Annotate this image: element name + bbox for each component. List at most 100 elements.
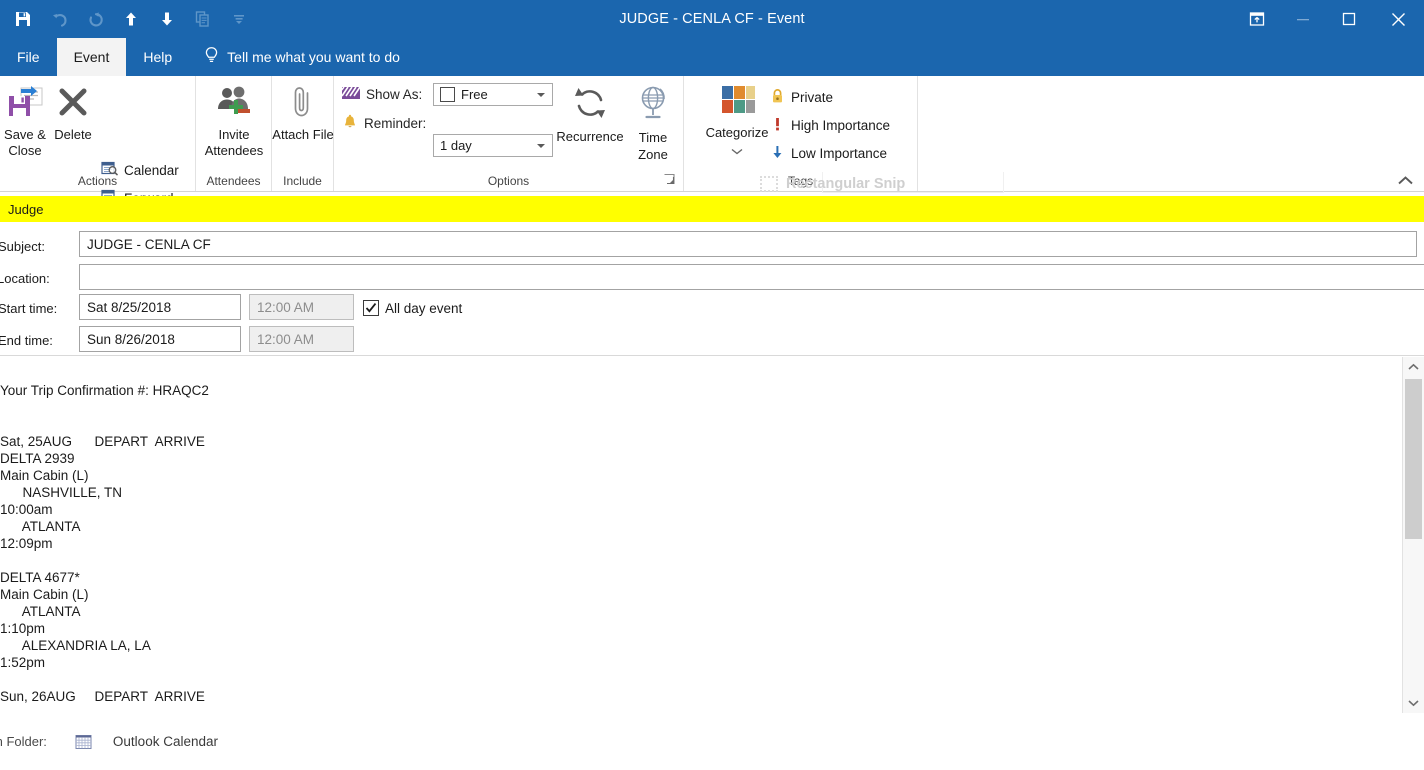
free-color-swatch <box>440 87 455 102</box>
info-banner-text: Judge <box>8 201 44 217</box>
scroll-down-button[interactable] <box>1403 693 1424 713</box>
group-label-include: Include <box>283 174 322 188</box>
tell-me-search[interactable]: Tell me what you want to do <box>189 38 400 76</box>
all-day-event-checkbox[interactable]: All day event <box>363 300 462 316</box>
high-importance-button[interactable]: High Importance <box>770 116 890 135</box>
reminder-label: Reminder: <box>364 116 427 131</box>
tab-file[interactable]: File <box>0 38 57 76</box>
all-day-event-label: All day event <box>385 300 463 316</box>
checkbox-box[interactable] <box>363 300 379 316</box>
start-time-input[interactable]: 12:00 AM <box>249 294 354 320</box>
folder-name: Outlook Calendar <box>112 734 218 749</box>
paperclip-icon <box>287 84 319 124</box>
lightbulb-icon <box>203 46 220 68</box>
calendar-grid-icon <box>75 733 93 751</box>
title-bar: JUDGE - CENLA CF - Event <box>0 0 1424 38</box>
previous-item-icon[interactable] <box>116 4 146 34</box>
time-zone-label: Time Zone <box>638 130 668 162</box>
end-time-label: End time: <box>0 333 53 348</box>
categorize-button[interactable]: Categorize <box>694 84 780 159</box>
attach-file-label: Attach File <box>272 127 334 142</box>
window-controls <box>1234 0 1424 38</box>
status-bar: In Folder: Outlook Calendar <box>0 713 1424 770</box>
event-body[interactable]: Your Trip Confirmation #: HRAQC2 Sat, 25… <box>0 356 1424 714</box>
show-as-label: Show As: <box>366 87 423 102</box>
reminder-dropdown[interactable]: 1 day <box>433 134 553 157</box>
ribbon-display-options-icon[interactable] <box>1234 0 1280 38</box>
delete-label: Delete <box>54 127 92 142</box>
categorize-icon <box>715 84 759 122</box>
redo-icon[interactable] <box>80 4 110 34</box>
scroll-up-button[interactable] <box>1403 357 1424 377</box>
group-label-attendees: Attendees <box>206 174 261 188</box>
exclamation-icon <box>770 116 785 135</box>
tab-event[interactable]: Event <box>56 38 127 76</box>
ribbon-group-include: Attach File Include <box>272 76 334 191</box>
group-label-options: Options <box>487 174 530 188</box>
event-form: Subject: JUDGE - CENLA CF Location: Star… <box>0 222 1424 356</box>
recurrence-label: Recurrence <box>556 129 624 144</box>
down-arrow-icon <box>770 144 785 163</box>
ribbon-group-actions: Save & Close Delete Calendar Actions <box>0 76 196 206</box>
delete-x-icon <box>55 84 91 124</box>
location-input[interactable] <box>79 264 1424 290</box>
scrollbar-thumb[interactable] <box>1405 379 1422 539</box>
maximize-icon[interactable] <box>1326 0 1372 38</box>
invite-attendees-label: Invite Attendees <box>204 127 264 158</box>
delete-button[interactable]: Delete <box>48 84 98 143</box>
attach-file-button[interactable]: Attach File <box>272 84 334 143</box>
end-date-input[interactable]: Sun 8/26/2018 <box>79 326 241 352</box>
invite-attendees-icon <box>213 84 255 124</box>
tell-me-label: Tell me what you want to do <box>227 49 400 65</box>
globe-icon <box>633 84 673 126</box>
save-close-icon <box>5 84 45 124</box>
bell-icon <box>342 114 358 133</box>
chevron-down-icon <box>537 143 545 148</box>
tab-help[interactable]: Help <box>126 38 189 76</box>
next-item-icon[interactable] <box>152 4 182 34</box>
chevron-down-icon <box>537 92 545 97</box>
location-label: Location: <box>0 271 50 286</box>
private-label: Private <box>791 90 834 105</box>
low-importance-label: Low Importance <box>791 146 888 161</box>
subject-label: Subject: <box>0 239 45 254</box>
customize-qat-icon[interactable] <box>224 4 254 34</box>
reminder-field: Reminder: <box>342 114 426 133</box>
save-icon[interactable] <box>8 4 38 34</box>
time-zone-button[interactable]: Time Zone <box>626 84 680 163</box>
ribbon-group-tags: Categorize Private High Importance Low I… <box>684 76 918 191</box>
event-body-text[interactable]: Your Trip Confirmation #: HRAQC2 Sat, 25… <box>0 382 1340 705</box>
start-date-input[interactable]: Sat 8/25/2018 <box>79 294 241 320</box>
subject-input[interactable]: JUDGE - CENLA CF <box>79 231 1417 257</box>
body-vertical-scrollbar[interactable] <box>1402 357 1424 713</box>
low-importance-button[interactable]: Low Importance <box>770 144 887 163</box>
end-time-input[interactable]: 12:00 AM <box>249 326 354 352</box>
info-banner: Judge <box>0 196 1424 222</box>
recurrence-button[interactable]: Recurrence <box>552 84 628 145</box>
close-icon[interactable] <box>1372 0 1424 38</box>
ribbon: Save & Close Delete Calendar Actions Inv… <box>0 76 1424 206</box>
private-button[interactable]: Private <box>770 88 833 107</box>
in-folder-label: In Folder: <box>0 734 47 749</box>
reminder-value: 1 day <box>440 138 472 153</box>
quick-access-toolbar <box>8 0 254 38</box>
undo-icon[interactable] <box>44 4 74 34</box>
group-label-actions: Actions <box>77 174 118 188</box>
ribbon-group-options: Show As: Free Reminder: 1 day Recurrence… <box>334 76 684 191</box>
chevron-down-icon[interactable] <box>731 143 743 159</box>
options-dialog-launcher[interactable] <box>663 173 677 187</box>
show-as-dropdown[interactable]: Free <box>433 83 553 106</box>
recurrence-icon <box>569 84 611 126</box>
high-importance-label: High Importance <box>791 118 891 133</box>
group-label-tags: Tags <box>787 174 814 188</box>
categorize-label: Categorize <box>705 125 769 140</box>
start-time-label: Start time: <box>0 301 58 316</box>
minimize-icon[interactable] <box>1280 0 1326 38</box>
lock-icon <box>770 88 785 107</box>
outlook-event-window: JUDGE - CENLA CF - Event File Event Help… <box>0 0 1424 770</box>
collapse-ribbon-button[interactable] <box>1397 174 1414 189</box>
copy-icon[interactable] <box>188 4 218 34</box>
invite-attendees-button[interactable]: Invite Attendees <box>196 84 272 159</box>
show-as-value: Free <box>461 87 488 102</box>
show-as-icon <box>339 86 361 103</box>
